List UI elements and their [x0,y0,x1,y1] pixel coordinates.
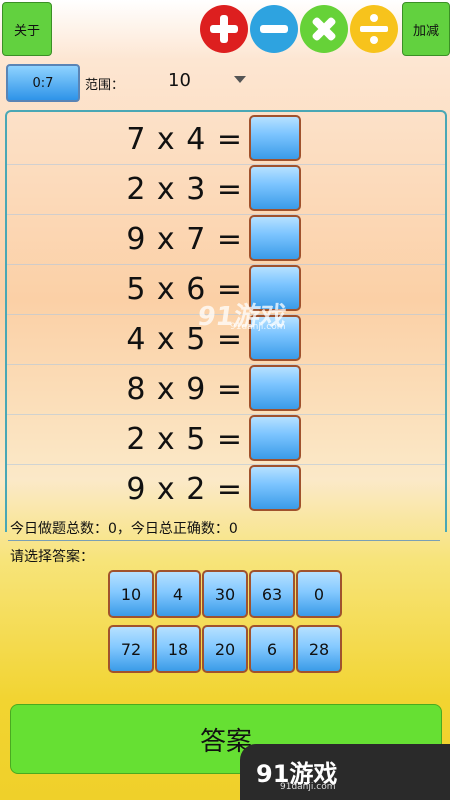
daily-stats: 今日做题总数：0，今日总正确数：0 [10,521,238,537]
range-label: 范围： [85,78,125,93]
choice-button[interactable]: 18 [155,625,201,673]
filter-bar: 0:7 范围： 10 [0,62,450,102]
add-subtract-button[interactable]: 加减 [402,2,450,56]
question-row: 9 x 2 = [7,464,445,514]
top-toolbar: 关于 加减 [0,0,450,58]
multiply-icon[interactable] [299,4,349,54]
question-text: 2 x 5 = [126,422,243,457]
chevron-down-icon[interactable] [234,76,246,83]
question-text: 8 x 9 = [126,372,243,407]
choice-button[interactable]: 10 [108,570,154,618]
answer-slot[interactable] [249,465,301,511]
answer-slot[interactable] [249,165,301,211]
about-button[interactable]: 关于 [2,2,52,56]
divide-icon[interactable] [349,4,399,54]
choice-button[interactable]: 28 [296,625,342,673]
question-text: 2 x 3 = [126,172,243,207]
divider [8,540,440,541]
choice-button[interactable]: 0 [296,570,342,618]
choice-button[interactable]: 30 [202,570,248,618]
watermark-url: 91danji.com [230,322,286,332]
question-text: 9 x 7 = [126,222,243,257]
plus-icon[interactable] [199,4,249,54]
question-text: 7 x 4 = [126,122,243,157]
answer-slot[interactable] [249,365,301,411]
choice-button[interactable]: 63 [249,570,295,618]
answer-slot[interactable] [249,415,301,461]
question-row: 7 x 4 = [7,114,445,165]
range-select[interactable]: 10 [168,70,191,91]
badge-url: 91danji.com [280,782,336,792]
question-row: 8 x 9 = [7,364,445,415]
choice-button[interactable]: 4 [155,570,201,618]
question-row: 9 x 7 = [7,214,445,265]
question-row: 2 x 5 = [7,414,445,465]
choice-button[interactable]: 6 [249,625,295,673]
choice-button[interactable]: 20 [202,625,248,673]
question-row: 2 x 3 = [7,164,445,215]
score-ratio-button[interactable]: 0:7 [6,64,80,102]
choose-answer-prompt: 请选择答案： [10,549,94,565]
watermark-badge: 91游戏 91danji.com [240,744,450,800]
answer-slot[interactable] [249,215,301,261]
answer-slot[interactable] [249,115,301,161]
minus-icon[interactable] [249,4,299,54]
question-text: 9 x 2 = [126,472,243,507]
choice-button[interactable]: 72 [108,625,154,673]
